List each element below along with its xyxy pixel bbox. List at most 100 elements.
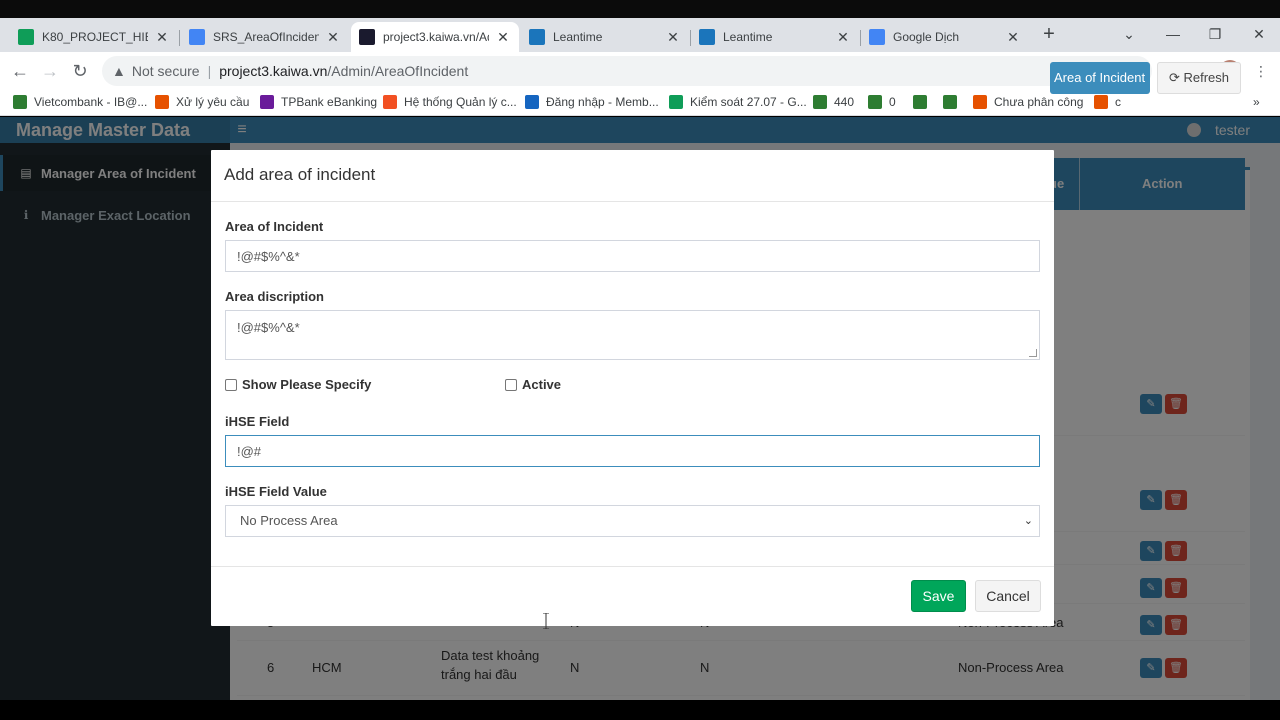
shield-icon <box>913 95 927 109</box>
tab-strip: K80_PROJECT_HIEULN ✕ SRS_AreaOfIncident - ✕… <box>0 18 1280 52</box>
checkbox-icon[interactable] <box>505 378 517 391</box>
close-tab-icon[interactable]: ✕ <box>154 29 170 46</box>
bookmark-item[interactable]: 440 <box>813 95 854 109</box>
bookmark-item[interactable] <box>943 95 964 109</box>
bookmark-item[interactable]: Xử lý yêu cầu <box>155 95 249 109</box>
description-value: !@#$%^&* <box>237 320 300 335</box>
forward-arrow-icon[interactable]: → <box>39 60 61 82</box>
tpbank-icon <box>260 95 274 109</box>
area-label: Area of Incident <box>225 219 324 234</box>
show-please-specify-checkbox[interactable]: Show Please Specify <box>225 377 371 392</box>
area-input[interactable] <box>225 240 1040 272</box>
tab-search-icon[interactable]: ⌄ <box>1114 20 1144 48</box>
chevron-down-icon: ⌄ <box>1023 515 1033 527</box>
cancel-button[interactable]: Cancel <box>975 580 1041 612</box>
bookmark-item[interactable]: Chưa phân công <box>973 95 1083 109</box>
bookmark-label: 440 <box>834 95 855 109</box>
address-separator: | <box>207 63 212 79</box>
browser-tab[interactable]: Google Dịch ✕ <box>861 22 1029 52</box>
add-area-button[interactable]: Area of Incident <box>1050 62 1150 94</box>
tab-title: project3.kaiwa.vn/Adm <box>383 30 489 44</box>
tab-title: K80_PROJECT_HIEULN <box>42 30 148 44</box>
bookmarks-more-icon[interactable]: » <box>1253 95 1260 109</box>
menu-dots-icon[interactable]: ⋮ <box>1250 60 1272 82</box>
browser-tab[interactable]: Leantime ✕ <box>691 22 859 52</box>
ticket-icon <box>1094 95 1108 109</box>
docs-icon <box>189 29 205 45</box>
close-window-button[interactable]: ✕ <box>1244 20 1274 48</box>
bookmark-label: Chưa phân công <box>994 95 1084 109</box>
minimize-button[interactable]: — <box>1158 20 1188 48</box>
address-bar[interactable]: ▲ Not secure | project3.kaiwa.vn/Admin/A… <box>102 56 1152 86</box>
text-cursor-icon <box>543 612 549 630</box>
bookmark-item[interactable]: Đăng nhập - Memb... <box>525 95 659 109</box>
restore-button[interactable]: ❐ <box>1200 20 1230 48</box>
ihse-value-label: iHSE Field Value <box>225 484 327 499</box>
save-button[interactable]: Save <box>911 580 966 612</box>
browser-tab[interactable]: Leantime ✕ <box>521 22 689 52</box>
bookmark-item[interactable]: TPBank eBanking <box>260 95 377 109</box>
bookmark-item[interactable] <box>913 95 934 109</box>
security-label: Not secure <box>131 63 200 79</box>
description-label: Area discription <box>225 289 324 304</box>
active-label: Active <box>522 377 562 392</box>
url-text: project3.kaiwa.vn/Admin/AreaOfIncident <box>219 63 468 79</box>
modal-footer-divider <box>211 566 1054 567</box>
bookmark-item[interactable]: Hệ thống Quản lý c... <box>383 95 517 109</box>
bottom-border <box>0 700 1280 720</box>
shield-icon <box>13 95 27 109</box>
translate-icon <box>869 29 885 45</box>
url-host: project3.kaiwa.vn <box>219 63 328 79</box>
new-tab-button[interactable]: + <box>1038 22 1060 46</box>
refresh-icon: ⟳ <box>1168 70 1180 85</box>
leantime-icon <box>699 29 715 45</box>
browser-tab[interactable]: project3.kaiwa.vn/Adm ✕ <box>351 22 519 52</box>
bookmark-label: 0 <box>889 95 896 109</box>
modal-title: Add area of incident <box>224 165 376 184</box>
url-path: /Admin/AreaOfIncident <box>327 63 469 79</box>
close-tab-icon[interactable]: ✕ <box>835 29 851 46</box>
close-tab-icon[interactable]: ✕ <box>495 29 511 46</box>
resize-grip-icon[interactable] <box>1029 349 1037 357</box>
leantime-icon <box>529 29 545 45</box>
ticket-icon <box>973 95 987 109</box>
close-tab-icon[interactable]: ✕ <box>325 29 341 46</box>
ihse-value-select[interactable]: No Process Area ⌄ <box>225 505 1040 537</box>
shield-icon <box>813 95 827 109</box>
refresh-button[interactable]: ⟳ Refresh <box>1157 62 1241 94</box>
active-checkbox[interactable]: Active <box>505 377 561 392</box>
browser-tab[interactable]: K80_PROJECT_HIEULN ✕ <box>10 22 178 52</box>
ihse-field-input[interactable] <box>225 435 1040 467</box>
reload-icon[interactable]: ↻ <box>69 60 91 82</box>
bookmark-label: TPBank eBanking <box>281 95 378 109</box>
browser-tab[interactable]: SRS_AreaOfIncident - ✕ <box>181 22 349 52</box>
bookmark-item[interactable]: c <box>1094 95 1121 109</box>
close-tab-icon[interactable]: ✕ <box>1005 29 1021 46</box>
checkbox-icon[interactable] <box>225 378 237 391</box>
bookmark-label: Kiểm soát 27.07 - G... <box>690 95 807 109</box>
top-border <box>0 0 1280 18</box>
bookmark-label: Đăng nhập - Memb... <box>546 95 659 109</box>
react-icon <box>359 29 375 45</box>
sheets-icon <box>669 95 683 109</box>
close-tab-icon[interactable]: ✕ <box>665 29 681 46</box>
description-textarea[interactable]: !@#$%^&* <box>225 310 1040 360</box>
fpt-icon <box>525 95 539 109</box>
shield-icon <box>943 95 957 109</box>
shield-icon <box>868 95 882 109</box>
ihse-value-selected: No Process Area <box>240 513 338 528</box>
bookmark-label: Vietcombank - IB@... <box>34 95 148 109</box>
tab-title: Google Dịch <box>893 30 960 44</box>
back-arrow-icon[interactable]: ← <box>9 60 31 82</box>
bookmark-item[interactable]: Vietcombank - IB@... <box>13 95 147 109</box>
tab-title: Leantime <box>553 30 603 44</box>
bookmark-item[interactable]: 0 <box>868 95 896 109</box>
windows-icon <box>383 95 397 109</box>
ihse-field-label: iHSE Field <box>225 414 290 429</box>
bookmark-item[interactable]: Kiểm soát 27.07 - G... <box>669 95 807 109</box>
sheets-icon <box>18 29 34 45</box>
bookmark-label: Hệ thống Quản lý c... <box>404 95 517 109</box>
bookmark-label: Xử lý yêu cầu <box>176 95 250 109</box>
add-area-modal: Add area of incident Area of Incident Ar… <box>211 150 1054 630</box>
warning-icon: ▲ <box>112 63 126 79</box>
